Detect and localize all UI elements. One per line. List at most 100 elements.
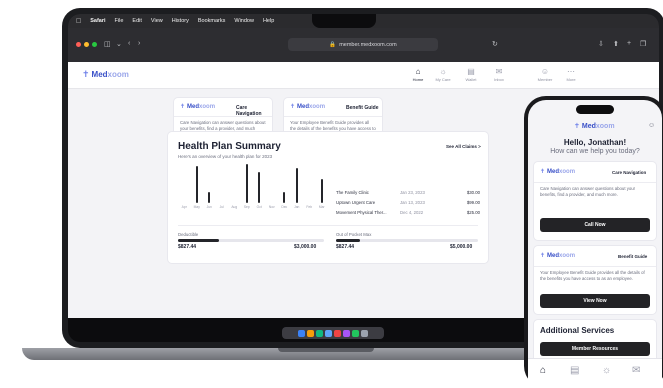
oop-progress-fill <box>336 239 361 242</box>
chart-month-label: Oct <box>256 205 262 209</box>
chart-bar[interactable] <box>258 171 261 203</box>
menu-window[interactable]: Window <box>234 18 254 24</box>
menu-view[interactable]: View <box>151 18 163 24</box>
logo-text: Medxoom <box>187 103 216 110</box>
greeting: Hello, Jonathan! <box>563 138 627 147</box>
camera-notch <box>312 14 376 28</box>
chart-month-label: Jun <box>206 205 212 209</box>
inbox-icon[interactable]: ✉ <box>632 365 640 376</box>
chart-month-label: Dec <box>281 205 288 209</box>
logo-mark-icon: ✝ <box>290 104 296 110</box>
claim-name[interactable]: Movement Physical Ther... <box>336 210 387 215</box>
chart-month-label: Jan <box>294 205 300 209</box>
address-bar[interactable]: 🔒 member.medxoom.com <box>288 38 438 51</box>
chart-month-label: May <box>193 205 200 209</box>
minimize-window-button[interactable] <box>84 42 89 47</box>
chart-bar[interactable] <box>208 192 211 203</box>
chevron-down-icon[interactable]: ⌄ <box>116 40 122 48</box>
medxoom-logo[interactable]: ✝ Medxoom <box>574 122 615 131</box>
sidebar-icon[interactable]: ◫ <box>104 40 111 48</box>
app-icon[interactable] <box>334 329 341 337</box>
app-icon[interactable] <box>307 329 314 337</box>
trash-icon[interactable] <box>361 329 368 337</box>
lock-icon: 🔒 <box>329 41 337 48</box>
logo-mark-icon: ✝ <box>540 169 546 175</box>
member-resources-button[interactable]: Member Resources <box>540 342 650 356</box>
share-icon[interactable]: ⬆ <box>613 40 619 48</box>
claims-bar-chart: Apr May Jun Jul Aug Sep Oct Nov Dec Jan Feb Mar <box>178 162 328 210</box>
menu-bookmarks[interactable]: Bookmarks <box>198 18 226 24</box>
chart-bar[interactable] <box>283 192 286 203</box>
chart-bar[interactable] <box>195 165 198 203</box>
help-question: How can we help you today? <box>550 148 640 155</box>
user-icon[interactable]: ☺ <box>648 122 655 129</box>
nav-my-care[interactable]: ☼ My Care <box>432 67 454 82</box>
health-plan-summary-card: Health Plan Summary Here's an overview o… <box>168 132 488 263</box>
app-icon[interactable] <box>316 329 323 337</box>
claim-amount: $25.00 <box>466 210 480 215</box>
download-icon[interactable]: ⇩ <box>598 40 604 48</box>
safari-icon[interactable] <box>325 329 332 337</box>
inbox-icon: ✉ <box>495 67 503 76</box>
chart-month-label: Mar <box>318 205 325 209</box>
finder-icon[interactable] <box>298 329 305 337</box>
logo-text: Medxoom <box>91 70 129 79</box>
tabs-overview-icon[interactable]: ❐ <box>640 40 646 48</box>
browser-toolbar: ◫ ⌄ ‹ › 🔒 member.medxoom.com ↻ ⇩ ⬆ + ❐ <box>68 28 659 62</box>
chart-bar[interactable] <box>295 167 298 203</box>
see-all-claims-link[interactable]: See All Claims > <box>446 144 481 149</box>
deductible-total: $3,000.00 <box>294 244 317 250</box>
logo-text: Medxoom <box>547 168 576 175</box>
url-text: member.medxoom.com <box>339 41 397 48</box>
call-now-button[interactable]: Call Now <box>540 218 650 232</box>
nav-home[interactable]: ⌂ Home <box>407 67 429 82</box>
claim-name[interactable]: Uptown Urgent Care <box>336 200 375 205</box>
chart-bar[interactable] <box>245 164 248 203</box>
card-tag: Benefit Guide <box>618 254 648 259</box>
deductible-progress-fill <box>178 239 219 242</box>
logo-text: Medxoom <box>297 103 326 110</box>
card-description: Care Navigation can answer questions abo… <box>540 186 636 197</box>
reload-icon[interactable]: ↻ <box>492 40 498 48</box>
app-icon[interactable] <box>343 329 350 337</box>
home-icon[interactable]: ⌂ <box>540 365 546 376</box>
care-icon[interactable]: ☼ <box>602 365 611 376</box>
menu-app-name[interactable]: Safari <box>90 18 105 24</box>
new-tab-icon[interactable]: + <box>627 40 631 47</box>
close-window-button[interactable] <box>76 42 81 47</box>
menu-help[interactable]: Help <box>263 18 274 24</box>
menu-file[interactable]: File <box>115 18 124 24</box>
medxoom-logo[interactable]: ✝ Medxoom <box>82 69 129 80</box>
chart-month-label: Aug <box>231 205 238 209</box>
nav-member[interactable]: ☺ Member <box>534 67 556 82</box>
phone-frame: ✝ Medxoom ☺ Hello, Jonathan! How can we … <box>524 96 663 388</box>
divider <box>174 116 272 117</box>
chart-month-label: Sep <box>243 205 250 209</box>
nav-wallet[interactable]: ▤ Wallet <box>460 67 482 82</box>
card-tag: Benefit Guide <box>346 105 379 111</box>
dynamic-island <box>576 105 614 114</box>
oop-spent: $827.44 <box>336 244 355 250</box>
menu-edit[interactable]: Edit <box>132 18 141 24</box>
view-now-button[interactable]: View Now <box>540 294 650 308</box>
nav-more[interactable]: ⋯ More <box>560 67 582 82</box>
nav-inbox[interactable]: ✉ Inbox <box>488 67 510 82</box>
card-logo: ✝ Medxoom <box>540 252 575 260</box>
chart-month-label: Jul <box>219 205 224 209</box>
home-icon: ⌂ <box>415 67 421 76</box>
forward-icon[interactable]: › <box>138 40 140 47</box>
zoom-window-button[interactable] <box>92 42 97 47</box>
app-icon[interactable] <box>352 329 359 337</box>
oop-progress <box>336 239 478 242</box>
claim-name[interactable]: The Family Clinic <box>336 190 369 195</box>
phone-tab-bar: ⌂ ▤ ☼ ✉ <box>528 358 662 388</box>
apple-icon[interactable]:  <box>76 18 81 25</box>
window-controls <box>76 42 97 47</box>
chart-bar[interactable] <box>320 178 323 203</box>
back-icon[interactable]: ‹ <box>128 40 130 47</box>
summary-title: Health Plan Summary <box>178 141 281 152</box>
user-icon: ☺ <box>540 67 550 76</box>
menu-history[interactable]: History <box>172 18 189 24</box>
wallet-icon[interactable]: ▤ <box>570 365 579 376</box>
care-navigation-card: ✝ Medxoom Care Navigation Care Navigatio… <box>534 162 656 240</box>
